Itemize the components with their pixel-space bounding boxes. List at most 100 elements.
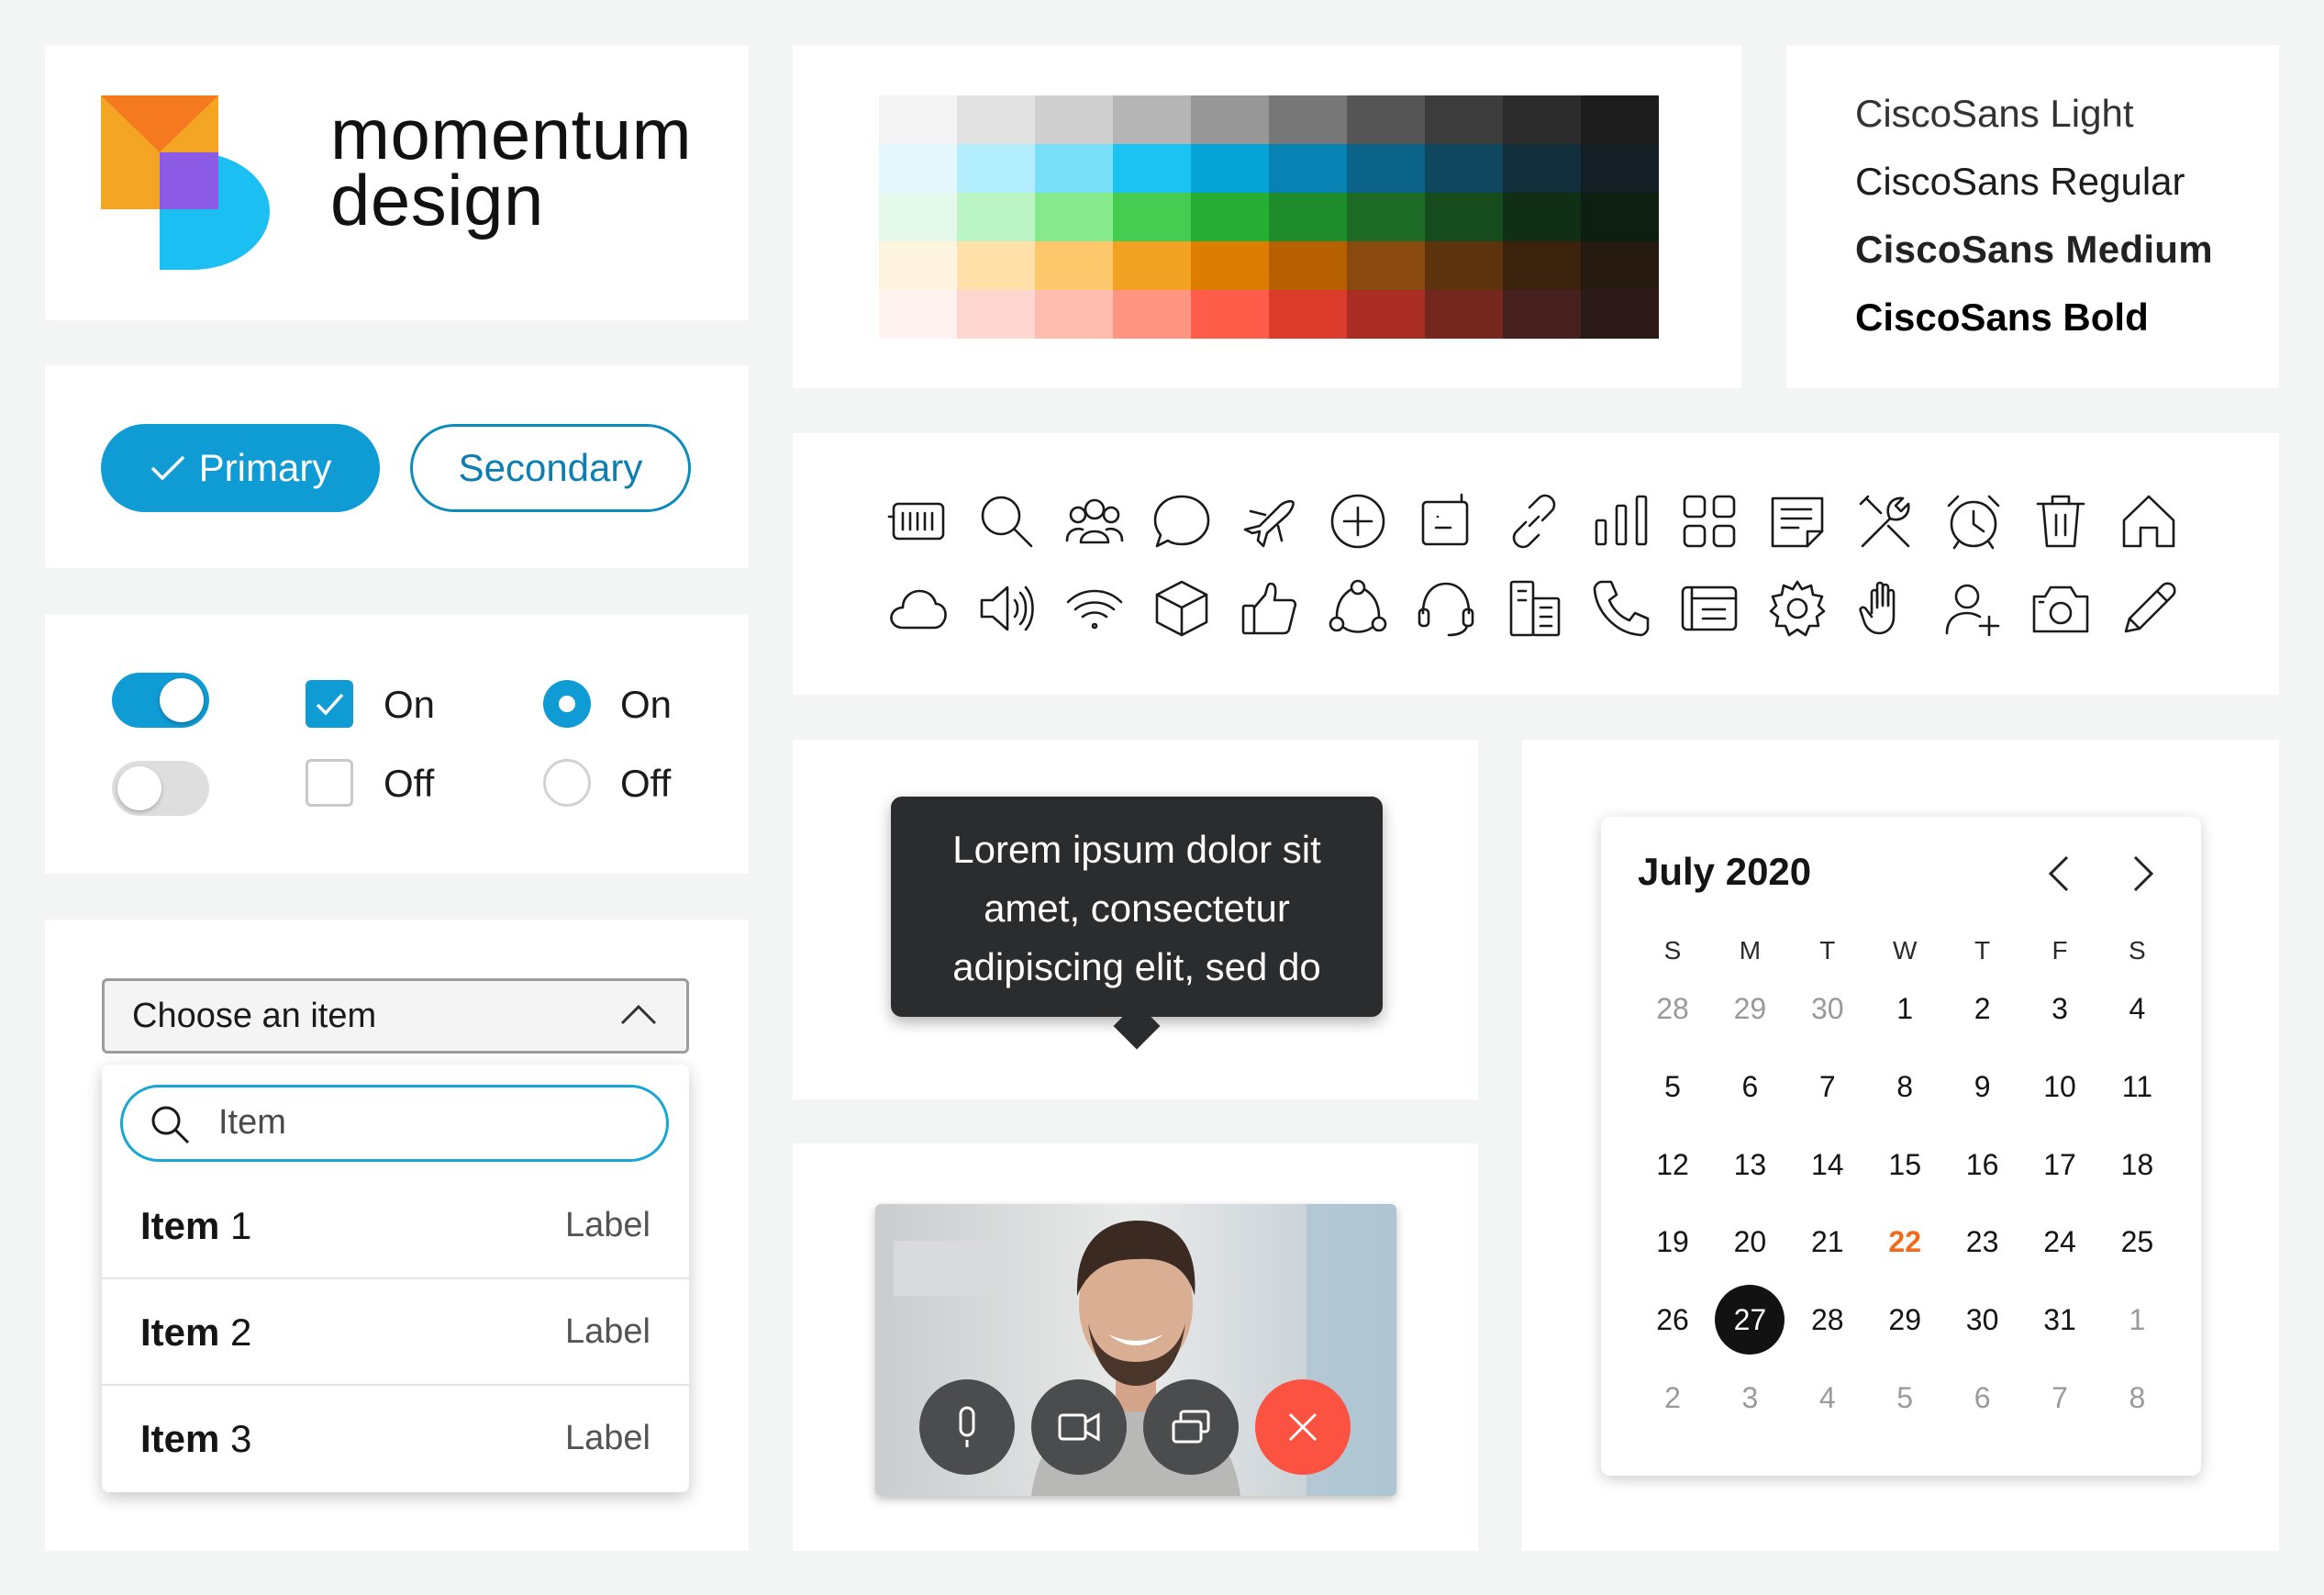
end-call-button[interactable] [1255,1379,1351,1475]
icons-card [793,433,2279,695]
color-swatch [1113,144,1191,193]
calendar-day[interactable]: 7 [1789,1054,1866,1119]
item-select[interactable]: Choose an item [102,978,689,1054]
calendar-day[interactable]: 29 [1711,976,1788,1041]
calendar-day[interactable]: 18 [2098,1132,2175,1197]
video-button[interactable] [1031,1379,1127,1475]
calendar-day[interactable]: 3 [2021,976,2098,1041]
calendar-day[interactable]: 4 [1789,1366,1866,1430]
calendar-day[interactable]: 3 [1711,1366,1788,1430]
calendar-day[interactable]: 27 [1711,1288,1788,1352]
font-sample-bold: CiscoSans Bold [1855,296,2149,339]
close-icon [1286,1411,1319,1444]
calendar-day[interactable]: 31 [2021,1288,2098,1352]
font-sample-regular: CiscoSans Regular [1855,160,2185,203]
calendar-day[interactable]: 11 [2098,1054,2175,1119]
color-swatch [1035,144,1113,193]
search-field[interactable]: Item [120,1085,669,1162]
checkbox-checked[interactable] [306,680,353,728]
item-name: Item [140,1311,220,1354]
checkbox-on-label: On [384,683,436,726]
momentum-logo [101,95,281,272]
calendar-day[interactable]: 21 [1789,1210,1866,1274]
calendar-day[interactable]: 30 [1789,976,1866,1041]
calendar-day[interactable]: 14 [1789,1132,1866,1197]
calendar-day[interactable]: 16 [1944,1132,2021,1197]
secondary-button[interactable]: Secondary [410,424,691,512]
color-swatch [1191,290,1269,339]
color-swatch [1191,193,1269,241]
calendar-day[interactable]: 19 [1634,1210,1711,1274]
primary-button[interactable]: Primary [101,424,380,512]
toggle-off[interactable] [112,761,209,816]
calendar-day[interactable]: 30 [1944,1288,2021,1352]
calendar-title: July 2020 [1638,850,1812,893]
color-swatch [1113,193,1191,241]
calendar-day[interactable]: 22 [1866,1210,1943,1274]
list-item-1[interactable]: Item 1 Label [102,1173,689,1279]
color-swatch [1503,241,1581,290]
color-swatch [1425,241,1503,290]
calendar-day[interactable]: 28 [1634,976,1711,1041]
calendar-day[interactable]: 28 [1789,1288,1866,1352]
chevron-right-icon[interactable] [2129,853,2157,894]
radio-unselected[interactable] [543,759,591,807]
calendar-day[interactable]: 8 [2098,1366,2175,1430]
calendar-day[interactable]: 26 [1634,1288,1711,1352]
calendar-day[interactable]: 23 [1944,1210,2021,1274]
color-swatch [1425,95,1503,144]
checkbox-unchecked[interactable] [306,759,353,807]
calendar-day[interactable]: 12 [1634,1132,1711,1197]
calendar-day[interactable]: 24 [2021,1210,2098,1274]
secondary-button-label: Secondary [458,446,643,489]
toggle-on[interactable] [112,673,209,728]
color-swatch [957,193,1035,241]
calendar-day[interactable]: 4 [2098,976,2175,1041]
color-swatch [1581,144,1659,193]
calendar-day[interactable]: 5 [1866,1366,1943,1430]
calendar-day[interactable]: 9 [1944,1054,2021,1119]
mute-button[interactable] [919,1379,1015,1475]
calendar-day[interactable]: 6 [1711,1054,1788,1119]
share-icon [1326,576,1390,641]
calendar-day[interactable]: 7 [2021,1366,2098,1430]
calendar-day[interactable]: 29 [1866,1288,1943,1352]
list-item-3[interactable]: Item 3 Label [102,1384,689,1492]
item-label: Label [565,1312,650,1351]
calendar-day[interactable]: 2 [1944,976,2021,1041]
calendar-day[interactable]: 2 [1634,1366,1711,1430]
chevron-left-icon[interactable] [2045,853,2073,894]
color-swatch [1269,193,1347,241]
font-sample-medium: CiscoSans Medium [1855,228,2213,271]
airplane-icon [1238,489,1302,553]
calendar-day[interactable]: 5 [1634,1054,1711,1119]
cloud-icon [886,576,951,641]
calendar-day[interactable]: 8 [1866,1054,1943,1119]
calendar-day[interactable]: 10 [2021,1054,2098,1119]
calendar-day[interactable]: 6 [1944,1366,2021,1430]
color-palette [879,95,1659,339]
calendar-day[interactable]: 17 [2021,1132,2098,1197]
calendar-day[interactable]: 1 [1866,976,1943,1041]
day-of-week: W [1892,936,1918,965]
color-swatch [1035,290,1113,339]
color-swatch [1581,95,1659,144]
share-screen-button[interactable] [1143,1379,1239,1475]
calendar-day[interactable]: 25 [2098,1210,2175,1274]
color-swatch [879,290,957,339]
day-of-week: S [2129,936,2146,965]
day-of-week: T [1819,936,1836,965]
list-item-2[interactable]: Item 2 Label [102,1277,689,1386]
cube-icon [1150,576,1214,641]
calendar-day[interactable]: 15 [1866,1132,1943,1197]
color-swatch [1113,290,1191,339]
item-number: 2 [219,1311,252,1354]
radio-selected[interactable] [543,680,591,728]
home-icon [2117,489,2181,553]
calendar-day[interactable]: 13 [1711,1132,1788,1197]
day-of-week: T [1974,936,1991,965]
calendar-day[interactable]: 1 [2098,1288,2175,1352]
share-screen-icon [1170,1409,1212,1445]
calendar-day[interactable]: 20 [1711,1210,1788,1274]
item-name: Item [140,1417,220,1460]
